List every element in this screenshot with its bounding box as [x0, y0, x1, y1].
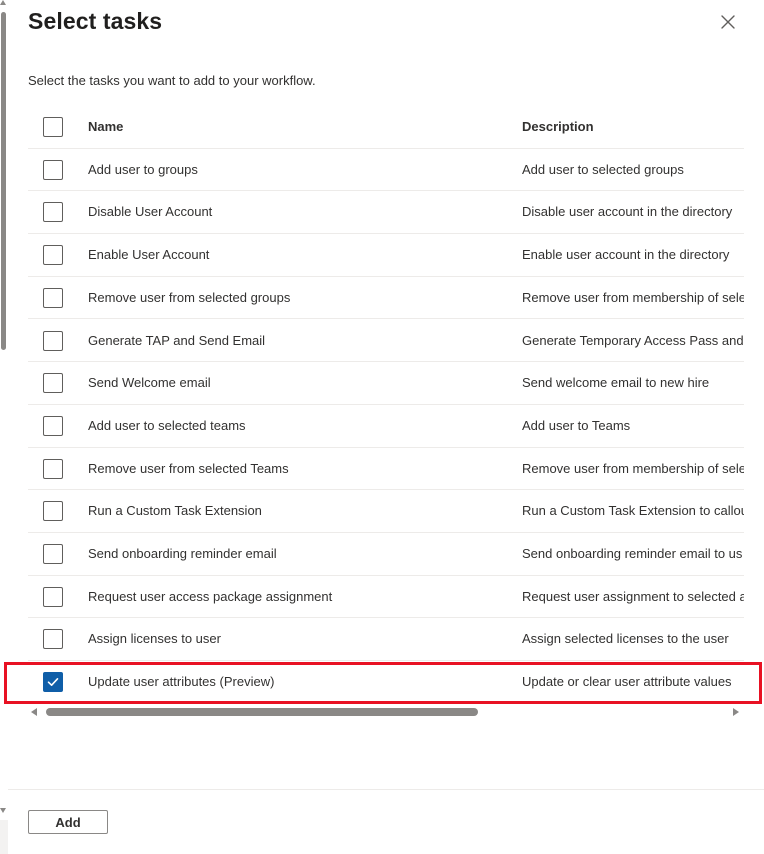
table-row[interactable]: Disable User Account Disable user account…: [28, 191, 744, 235]
task-description: Send onboarding reminder email to us: [522, 546, 743, 561]
row-checkbox[interactable]: [43, 544, 63, 564]
row-checkbox[interactable]: [43, 202, 63, 223]
footer-divider: [8, 789, 764, 790]
task-name: Send Welcome email: [88, 375, 211, 391]
table-row[interactable]: Remove user from selected Teams Remove us…: [28, 448, 744, 491]
task-name: Generate TAP and Send Email: [88, 332, 266, 348]
table-row[interactable]: Add user to selected teams Add user to Te…: [28, 405, 744, 448]
horizontal-scrollbar[interactable]: [28, 705, 744, 719]
checkmark-icon: [47, 678, 59, 687]
row-checkbox[interactable]: [43, 672, 63, 693]
task-name: Enable User Account: [88, 247, 210, 263]
task-name: Run a Custom Task Extension: [88, 503, 262, 519]
table-header-row: Name Description: [28, 106, 744, 149]
task-name: Add user to selected teams: [88, 417, 246, 433]
scroll-left-arrow-icon[interactable]: [31, 708, 37, 716]
task-description: Generate Temporary Access Pass and se: [522, 332, 744, 348]
row-checkbox[interactable]: [43, 245, 63, 266]
task-name: Send onboarding reminder email: [88, 546, 277, 561]
table-row[interactable]: Run a Custom Task Extension Run a Custom …: [28, 490, 744, 533]
row-checkbox[interactable]: [43, 415, 63, 436]
row-checkbox[interactable]: [43, 501, 63, 522]
add-button[interactable]: Add: [28, 810, 108, 834]
task-name: Remove user from selected groups: [88, 289, 291, 305]
scroll-right-arrow-icon[interactable]: [733, 708, 739, 716]
column-header-description[interactable]: Description: [522, 119, 594, 134]
horizontal-scroll-thumb[interactable]: [46, 708, 478, 716]
task-description: Request user assignment to selected ac: [522, 588, 744, 604]
select-tasks-panel: Select tasks Select the tasks you want t…: [0, 0, 764, 854]
row-checkbox[interactable]: [43, 330, 63, 351]
task-description: Update or clear user attribute values: [522, 674, 732, 690]
table-row[interactable]: Generate TAP and Send Email Generate Temp…: [28, 320, 744, 363]
table-row[interactable]: Assign licenses to user Assign selected l…: [28, 618, 744, 662]
row-checkbox[interactable]: [43, 586, 63, 607]
task-description: Remove user from membership of sele: [522, 289, 744, 305]
task-name: Remove user from selected Teams: [88, 460, 289, 476]
table-row[interactable]: Add user to groups Add user to selected g…: [28, 149, 744, 192]
task-description: Assign selected licenses to the user: [522, 631, 729, 647]
close-icon: [721, 15, 735, 29]
table-row[interactable]: Send Welcome email Send welcome email to …: [28, 362, 744, 405]
table-row[interactable]: Enable User Account Enable user account i…: [28, 234, 744, 277]
scroll-down-arrow-icon[interactable]: [0, 808, 6, 813]
row-checkbox[interactable]: [43, 629, 63, 650]
row-checkbox[interactable]: [43, 159, 63, 180]
task-description: Disable user account in the directory: [522, 204, 733, 220]
panel-subtitle: Select the tasks you want to add to your…: [28, 73, 316, 88]
row-checkbox[interactable]: [43, 458, 63, 479]
tasks-table: Name Description Add user to groups Add u…: [28, 106, 744, 704]
task-name: Request user access package assignment: [88, 588, 333, 604]
row-checkbox[interactable]: [43, 287, 63, 308]
task-description: Add user to Teams: [522, 417, 631, 433]
task-name: Add user to groups: [88, 161, 198, 177]
panel-title: Select tasks: [28, 8, 163, 34]
left-gutter: [0, 820, 8, 854]
table-row[interactable]: Send onboarding reminder email Send onboa…: [28, 533, 744, 576]
scroll-up-arrow-icon[interactable]: [0, 0, 6, 5]
table-row[interactable]: Remove user from selected groups Remove u…: [28, 277, 744, 320]
column-header-name[interactable]: Name: [88, 119, 123, 134]
table-row[interactable]: Update user attributes (Preview) Update o…: [28, 661, 744, 704]
task-name: Disable User Account: [88, 204, 213, 220]
task-name: Assign licenses to user: [88, 631, 221, 647]
task-description: Enable user account in the directory: [522, 247, 730, 263]
select-all-checkbox[interactable]: [43, 117, 63, 137]
task-description: Send welcome email to new hire: [522, 375, 710, 391]
task-description: Add user to selected groups: [522, 161, 684, 177]
task-description: Run a Custom Task Extension to callout: [522, 503, 744, 519]
vertical-scroll-thumb[interactable]: [1, 12, 6, 350]
task-description: Remove user from membership of sele: [522, 460, 744, 476]
left-vertical-scrollbar[interactable]: [0, 0, 8, 820]
row-checkbox[interactable]: [43, 373, 63, 394]
close-button[interactable]: [716, 10, 740, 34]
table-row[interactable]: Request user access package assignment Re…: [28, 576, 744, 619]
task-name: Update user attributes (Preview): [88, 674, 275, 690]
